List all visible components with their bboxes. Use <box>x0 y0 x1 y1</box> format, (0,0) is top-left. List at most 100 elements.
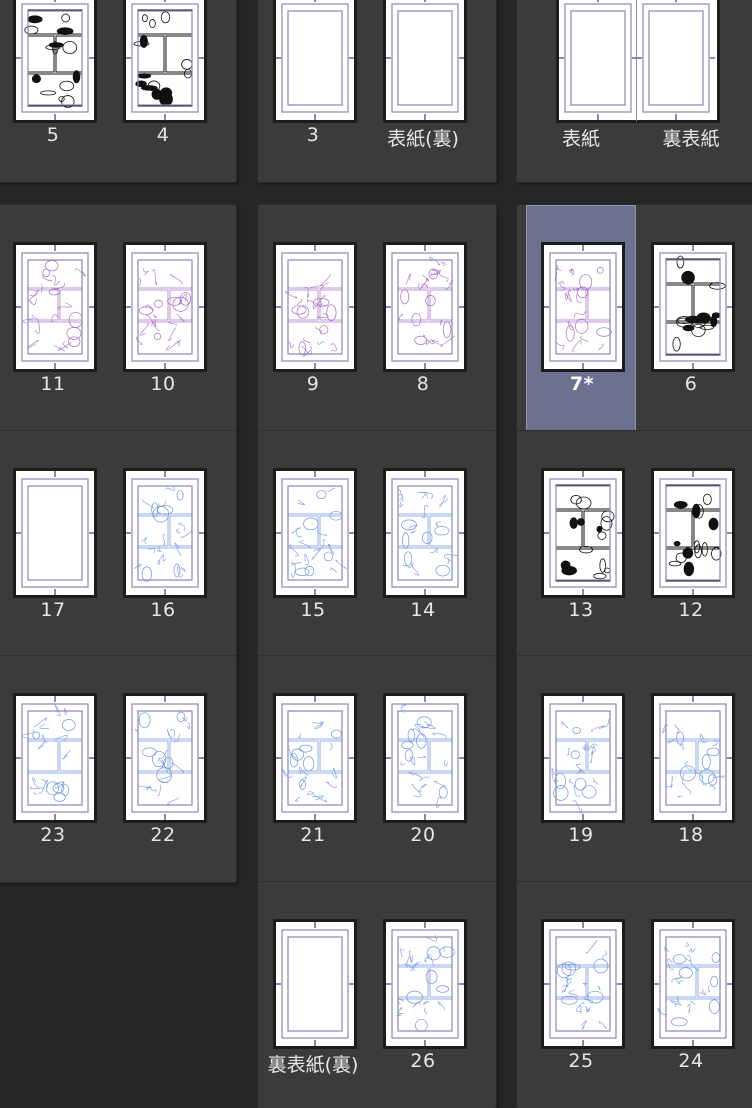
page-20[interactable]: 20 <box>368 656 478 882</box>
page-thumbnail[interactable] <box>541 919 625 1049</box>
page-thumbnail-image <box>654 245 732 369</box>
spread[interactable]: 54 <box>0 0 236 182</box>
page-thumbnail[interactable] <box>651 468 735 598</box>
page-thumbnail-image <box>126 471 204 595</box>
spread[interactable]: 21 20 <box>258 656 496 882</box>
page-thumbnail[interactable] <box>383 0 467 123</box>
page-表紙(裏)[interactable]: 表紙(裏) <box>368 0 478 182</box>
spread[interactable]: 裏表紙(裏) 26 <box>258 882 496 1108</box>
page-thumbnail-image <box>276 922 354 1046</box>
page-number-label: 3 <box>306 124 320 146</box>
page-thumbnail[interactable] <box>273 242 357 372</box>
page-thumbnail[interactable] <box>556 0 639 123</box>
page-18[interactable]: 18 <box>636 656 746 882</box>
page-10[interactable]: 10 <box>108 205 218 431</box>
spread[interactable]: 19 18 <box>517 656 752 882</box>
spread[interactable]: 25 24 <box>517 882 752 1108</box>
page-thumbnail[interactable] <box>123 242 207 372</box>
page-15[interactable]: 15 <box>258 431 368 657</box>
page-thumbnail[interactable] <box>273 919 357 1049</box>
page-14[interactable]: 14 <box>368 431 478 657</box>
page-thumbnail[interactable] <box>13 468 97 598</box>
page-22[interactable]: 22 <box>108 656 218 882</box>
page-thumbnail[interactable] <box>383 919 467 1049</box>
spread[interactable]: 15 14 <box>258 431 496 657</box>
spread[interactable]: 3 表紙(裏) <box>258 0 496 182</box>
page-number-label: 20 <box>410 824 436 846</box>
page-26[interactable]: 26 <box>368 882 478 1108</box>
page-thumbnail-image <box>544 471 622 595</box>
page-24[interactable]: 24 <box>636 882 746 1108</box>
page-thumbnail-image <box>559 0 637 120</box>
page-6[interactable]: 6 <box>636 205 746 431</box>
page-thumbnail[interactable] <box>651 693 735 823</box>
page-thumbnail[interactable] <box>383 242 467 372</box>
page-number-label: 8 <box>416 373 430 395</box>
page-thumbnail[interactable] <box>541 468 625 598</box>
page-thumbnail[interactable] <box>541 242 625 372</box>
page-thumbnail[interactable] <box>13 242 97 372</box>
page-thumbnail[interactable] <box>651 242 735 372</box>
page-thumbnail[interactable] <box>273 468 357 598</box>
page-thumbnail[interactable] <box>123 468 207 598</box>
page-artwork <box>551 710 611 815</box>
page-thumbnail-image <box>654 922 732 1046</box>
page-4[interactable]: 4 <box>108 0 218 182</box>
page-thumbnail[interactable] <box>651 919 735 1049</box>
page-25[interactable]: 25 <box>526 882 636 1108</box>
page-thumbnail[interactable] <box>273 693 357 823</box>
page-thumbnail-image <box>126 0 204 120</box>
spread[interactable]: 11 10 <box>0 205 236 431</box>
page-artwork <box>133 9 193 107</box>
page-12[interactable]: 12 <box>636 431 746 657</box>
page-artwork <box>665 255 726 356</box>
page-表紙[interactable]: 表紙 <box>526 0 639 182</box>
page-artwork <box>22 259 86 355</box>
page-8[interactable]: 8 <box>368 205 478 431</box>
page-thumbnail[interactable] <box>273 0 357 123</box>
page-number-label: 22 <box>150 824 176 846</box>
page-5[interactable]: 5 <box>0 0 108 182</box>
page-3[interactable]: 3 <box>258 0 368 182</box>
page-9[interactable]: 9 <box>258 205 368 431</box>
spread[interactable]: 17 16 <box>0 431 236 657</box>
page-thumbnail[interactable] <box>13 0 97 123</box>
spread[interactable]: 98 <box>258 205 496 431</box>
page-thumbnail[interactable] <box>383 468 467 598</box>
page-裏表紙[interactable]: 裏表紙 <box>636 0 746 182</box>
page-thumbnail-image <box>276 245 354 369</box>
page-17[interactable]: 17 <box>0 431 108 657</box>
page-number-label: 18 <box>678 824 704 846</box>
page-thumbnail[interactable] <box>383 693 467 823</box>
page-thumbnail[interactable] <box>123 693 207 823</box>
spread[interactable]: 7* 6 <box>517 205 752 431</box>
page-thumbnail[interactable] <box>636 0 720 123</box>
page-number-label: 5 <box>46 124 60 146</box>
page-thumbnail[interactable] <box>13 693 97 823</box>
spread[interactable]: 13 12 <box>517 431 752 657</box>
page-16[interactable]: 16 <box>108 431 218 657</box>
page-thumbnail-image <box>386 245 464 369</box>
page-thumbnail[interactable] <box>123 0 207 123</box>
page-裏表紙(裏)[interactable]: 裏表紙(裏) <box>258 882 368 1108</box>
page-11[interactable]: 11 <box>0 205 108 431</box>
page-21[interactable]: 21 <box>258 656 368 882</box>
page-thumbnail-image <box>654 471 732 595</box>
page-number-label: 裏表紙(裏) <box>267 1054 359 1076</box>
page-artwork <box>555 936 611 1032</box>
page-7*[interactable]: 7* <box>526 205 636 431</box>
page-23[interactable]: 23 <box>0 656 108 882</box>
page-thumbnail-image <box>386 0 464 120</box>
spread[interactable]: 表紙 裏表紙 <box>517 0 752 182</box>
page-19[interactable]: 19 <box>526 656 636 882</box>
page-number-label: 6 <box>684 373 698 395</box>
page-artwork <box>282 710 343 806</box>
page-thumbnail[interactable] <box>541 693 625 823</box>
page-13[interactable]: 13 <box>526 431 636 657</box>
page-number-label: 9 <box>306 373 320 395</box>
page-thumbnail-image <box>544 696 622 820</box>
page-artwork <box>284 259 343 357</box>
spread[interactable]: 23 22 <box>0 656 236 882</box>
page-number-label: 21 <box>300 824 326 846</box>
page-thumbnail-image <box>126 696 204 820</box>
